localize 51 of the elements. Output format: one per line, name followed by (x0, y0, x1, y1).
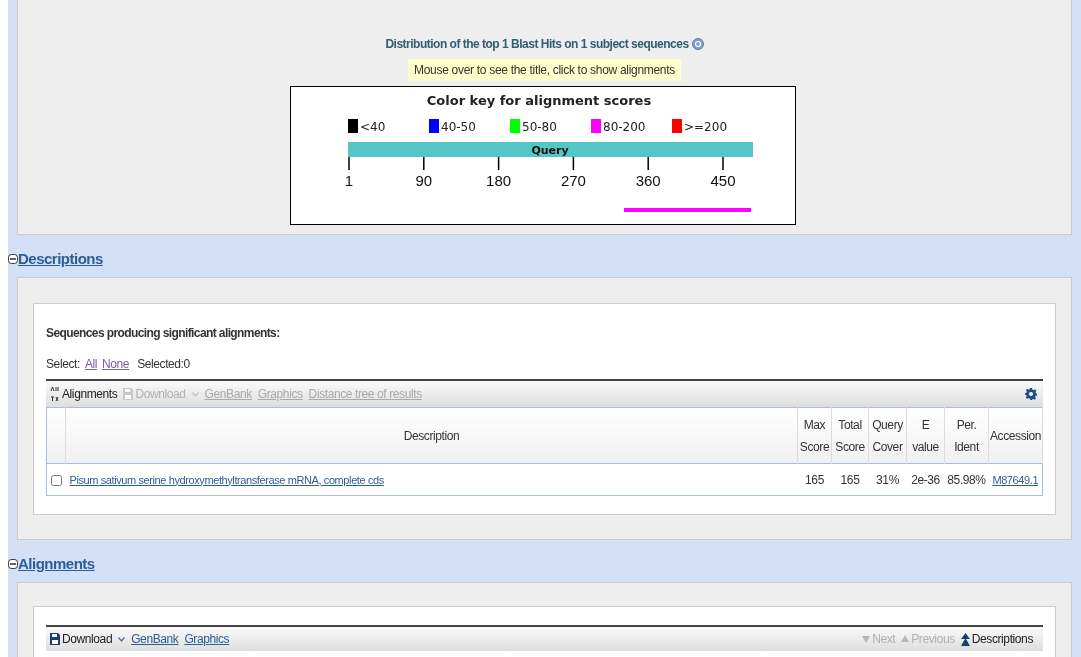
legend-label: 40-50 (440, 120, 476, 134)
row-checkbox[interactable] (50, 474, 62, 486)
section-link[interactable]: Descriptions (18, 247, 103, 271)
alignment-graphic[interactable]: Color key for alignment scores <40 40-50 50-80 80-200 >=200 Query 1 90 180 270 360 450 (289, 86, 796, 225)
tick-label: 180 (485, 172, 511, 189)
legend-label: 80-200 (602, 120, 645, 134)
tick-mark (721, 156, 724, 171)
toolbar-link[interactable]: GenBank (131, 630, 179, 648)
tick-label: 450 (710, 172, 735, 189)
tick-mark (572, 156, 574, 171)
table-cell: 2e-36 (911, 472, 940, 487)
select-label: Select: (46, 356, 80, 373)
collapse-icon[interactable] (8, 253, 18, 265)
tick-mark (497, 156, 499, 171)
double-up-arrow-icon (960, 632, 970, 646)
table-cell: 165 (805, 472, 824, 487)
tick-label: 270 (560, 172, 586, 189)
help-icon[interactable] (691, 38, 704, 50)
select-link[interactable]: All (84, 355, 98, 373)
tick-label: 360 (635, 172, 661, 189)
graphic-title: Distribution of the top 1 Blast Hits on 1 subject sequences (385, 36, 689, 53)
tick-mark (422, 156, 425, 171)
section-heading: Sequences producing significant alignments: (46, 325, 281, 342)
section-link[interactable]: Alignments (18, 552, 95, 576)
legend-label: 50-80 (521, 120, 557, 134)
table-link[interactable]: Pisum sativum serine hydroxymethyltransferase mRNA, complete cds (69, 473, 384, 486)
tick-label: 1 (344, 172, 353, 189)
tick-mark (646, 156, 649, 171)
legend-label: >=200 (683, 120, 727, 134)
legend-label: <40 (359, 120, 385, 134)
table-link[interactable]: M87649.1 (992, 473, 1039, 486)
nav-link[interactable]: Descriptions (971, 630, 1033, 648)
tick-mark (347, 156, 350, 171)
selected-count: Selected:0 (137, 356, 190, 373)
collapse-icon[interactable] (8, 558, 18, 570)
table-cell: 85.98% (947, 472, 986, 487)
up-arrow-icon (901, 635, 910, 643)
toolbar-link[interactable]: Graphics (184, 630, 230, 648)
download-button[interactable]: Download (62, 630, 113, 648)
down-arrow-icon (862, 635, 871, 643)
tick-label: 90 (414, 172, 432, 189)
table-cell: 165 (840, 472, 860, 487)
table-cell: 31% (876, 472, 899, 487)
settings-icon[interactable] (1025, 388, 1037, 400)
caret-icon[interactable] (118, 636, 126, 642)
query-label: Query (530, 144, 569, 157)
sort-icon (50, 387, 59, 401)
alignments-button[interactable]: Alignments (62, 385, 118, 403)
tooltip-hint: Mouse over to see the title, click to show alignments (408, 59, 681, 81)
select-link[interactable]: None (102, 355, 130, 373)
color-key-title: Color key for alignment scores (426, 93, 651, 108)
